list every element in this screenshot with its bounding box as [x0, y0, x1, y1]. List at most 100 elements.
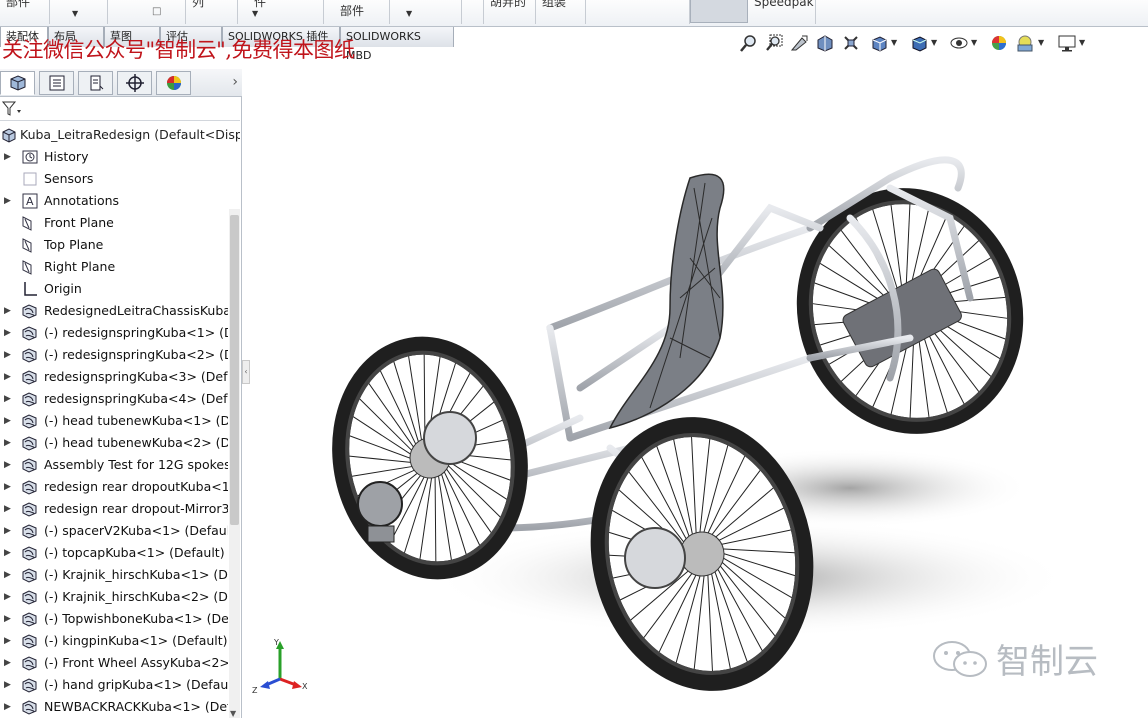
expand-arrow-icon[interactable]: ▶	[4, 146, 11, 168]
previous-view-button[interactable]	[788, 32, 810, 54]
tree-item[interactable]: ▶ (-) Front Wheel AssyKuba<2> (	[0, 652, 228, 674]
tree-item[interactable]: ▶ (-) spacerV2Kuba<1> (Default<	[0, 520, 228, 542]
tree-item[interactable]: ▶ (-) hand gripKuba<1> (Default)	[0, 674, 228, 696]
expand-arrow-icon[interactable]: ▶	[4, 190, 11, 212]
tree-item[interactable]: ▶ (-) head tubenewKuba<1> (Def	[0, 410, 228, 432]
part-icon	[21, 699, 39, 715]
chevron-down-icon[interactable]: ▼	[931, 38, 937, 47]
expand-arrow-icon[interactable]: ▶	[4, 674, 11, 696]
tree-item[interactable]: Top Plane	[0, 234, 228, 256]
ribbon-button-selected[interactable]	[690, 0, 748, 23]
expand-arrow-icon[interactable]: ▶	[4, 520, 11, 542]
ribbon-button[interactable]: 件 ▼	[238, 0, 324, 24]
tree-item[interactable]: ▶ redesign rear dropout-Mirror3	[0, 498, 228, 520]
expand-arrow-icon[interactable]: ▶	[4, 696, 11, 718]
expand-arrow-icon[interactable]: ▶	[4, 300, 11, 322]
view-settings-button[interactable]	[1056, 32, 1078, 54]
tree-item[interactable]: ▶ (-) Krajnik_hirschKuba<1> (Defa	[0, 564, 228, 586]
expand-arrow-icon[interactable]: ▶	[4, 432, 11, 454]
ribbon-dropdown[interactable]: ▼	[390, 0, 462, 24]
section-view-button[interactable]	[814, 32, 836, 54]
tree-item[interactable]: Front Plane	[0, 212, 228, 234]
ribbon-button[interactable]: 列	[186, 0, 238, 24]
tree-item[interactable]: Sensors	[0, 168, 228, 190]
tab-solidworks-mbd[interactable]: SOLIDWORKS MBD	[340, 27, 454, 62]
plane-icon	[21, 237, 39, 253]
chevron-down-icon[interactable]: ▼	[971, 38, 977, 47]
tree-item[interactable]: Right Plane	[0, 256, 228, 278]
tree-item[interactable]: ▶ redesign rear dropoutKuba<1>	[0, 476, 228, 498]
tree-item[interactable]: ▶ redesignspringKuba<3> (Defau	[0, 366, 228, 388]
edit-appearance-button[interactable]	[988, 32, 1010, 54]
tree-item[interactable]: ▶ RedesignedLeitraChassisKuba<	[0, 300, 228, 322]
coordinate-triad: Y X Z	[252, 638, 308, 695]
ribbon-strip: 部件 ▼ □ 列 件 ▼ 部件 ▼ 胡笄的 组装 Speedpak	[0, 0, 1148, 27]
expand-arrow-icon[interactable]: ▶	[4, 344, 11, 366]
chevron-down-icon: ▼	[72, 9, 79, 18]
expand-arrow-icon[interactable]: ▶	[4, 410, 11, 432]
expand-arrow-icon[interactable]: ▶	[4, 454, 11, 476]
ribbon-button[interactable]: □	[108, 0, 186, 24]
ribbon-button[interactable]: 部件	[324, 0, 390, 24]
tree-root-assembly[interactable]: Kuba_LeitraRedesign (Default<Disp	[0, 124, 240, 146]
tree-item[interactable]: ▶ Assembly Test for 12G spokesk	[0, 454, 228, 476]
dynamic-annotation-button[interactable]	[840, 32, 862, 54]
tree-item-label: redesignspringKuba<3> (Defau	[44, 369, 228, 384]
tree-item[interactable]: Origin	[0, 278, 228, 300]
expand-arrow-icon[interactable]: ▶	[4, 608, 11, 630]
chevron-down-icon[interactable]: ▼	[891, 38, 897, 47]
tree-item[interactable]: ▶ A Annotations	[0, 190, 228, 212]
tree-filter-row[interactable]	[0, 97, 240, 121]
chevron-down-icon[interactable]: ▼	[1079, 38, 1085, 47]
expand-arrow-icon[interactable]: ▶	[4, 366, 11, 388]
expand-arrow-icon[interactable]: ▶	[4, 388, 11, 410]
zoom-to-area-button[interactable]	[763, 32, 785, 54]
tree-item[interactable]: ▶ (-) Krajnik_hirschKuba<2> (Defa	[0, 586, 228, 608]
tree-item[interactable]: ▶ (-) redesignspringKuba<2> (De	[0, 344, 228, 366]
view-orientation-button[interactable]	[868, 32, 890, 54]
zoom-to-fit-button[interactable]	[738, 32, 760, 54]
tree-item[interactable]: ▶ redesignspringKuba<4> (Defau	[0, 388, 228, 410]
expand-arrow-icon[interactable]: ▶	[4, 322, 11, 344]
tree-scrollbar[interactable]: ▼	[229, 209, 240, 718]
expand-arrow-icon[interactable]: ▶	[4, 542, 11, 564]
expand-arrow-icon[interactable]: ▶	[4, 476, 11, 498]
scroll-down-arrow-icon[interactable]: ▼	[230, 709, 236, 718]
apply-scene-button[interactable]	[1014, 32, 1036, 54]
tree-item[interactable]: ▶ History	[0, 146, 228, 168]
tab-dimxpert-manager[interactable]	[117, 71, 152, 95]
ribbon-dropdown[interactable]: ▼	[50, 0, 108, 24]
expand-arrow-icon[interactable]: ▶	[4, 498, 11, 520]
graphics-viewport[interactable]	[250, 58, 1148, 718]
ribbon-button[interactable]: 部件	[0, 0, 50, 24]
ribbon-button[interactable]	[586, 0, 690, 24]
ribbon-button[interactable]: 胡笄的	[484, 0, 536, 24]
hide-show-items-button[interactable]	[948, 32, 970, 54]
tab-feature-manager[interactable]	[0, 71, 35, 95]
configuration-manager-icon	[90, 75, 103, 91]
tab-property-manager[interactable]	[39, 71, 74, 95]
ribbon-button[interactable]: 组装	[536, 0, 586, 24]
tree-item[interactable]: ▶ NEWBACKRACKKuba<1> (Defa	[0, 696, 228, 718]
ribbon-label: 列	[192, 0, 205, 9]
tree-item[interactable]: ▶ (-) kingpinKuba<1> (Default)	[0, 630, 228, 652]
expand-arrow-icon[interactable]: ▶	[4, 652, 11, 674]
ribbon-button[interactable]: Speedpak	[748, 0, 816, 24]
tree-item[interactable]: ▶ (-) redesignspringKuba<1> (De	[0, 322, 228, 344]
expand-arrow-icon[interactable]: ▶	[4, 630, 11, 652]
chevron-right-icon[interactable]: ›	[232, 74, 238, 90]
expand-arrow-icon[interactable]: ▶	[4, 564, 11, 586]
display-style-button[interactable]	[908, 32, 930, 54]
tree-item[interactable]: ▶ (-) topcapKuba<1> (Default)	[0, 542, 228, 564]
tree-item-label: Right Plane	[44, 259, 116, 274]
tree-item[interactable]: ▶ (-) TopwishboneKuba<1> (Defa	[0, 608, 228, 630]
tree-item-label: redesign rear dropoutKuba<1>	[44, 479, 228, 494]
scrollbar-thumb[interactable]	[230, 215, 239, 525]
triad-z-label: Z	[252, 686, 258, 695]
tab-configuration-manager[interactable]	[78, 71, 113, 95]
tree-item[interactable]: ▶ (-) head tubenewKuba<2> (Def	[0, 432, 228, 454]
chevron-down-icon[interactable]: ▼	[1038, 38, 1044, 47]
tab-display-manager[interactable]	[156, 71, 191, 95]
expand-arrow-icon[interactable]: ▶	[4, 586, 11, 608]
panel-collapse-handle[interactable]: ‹	[242, 360, 250, 384]
